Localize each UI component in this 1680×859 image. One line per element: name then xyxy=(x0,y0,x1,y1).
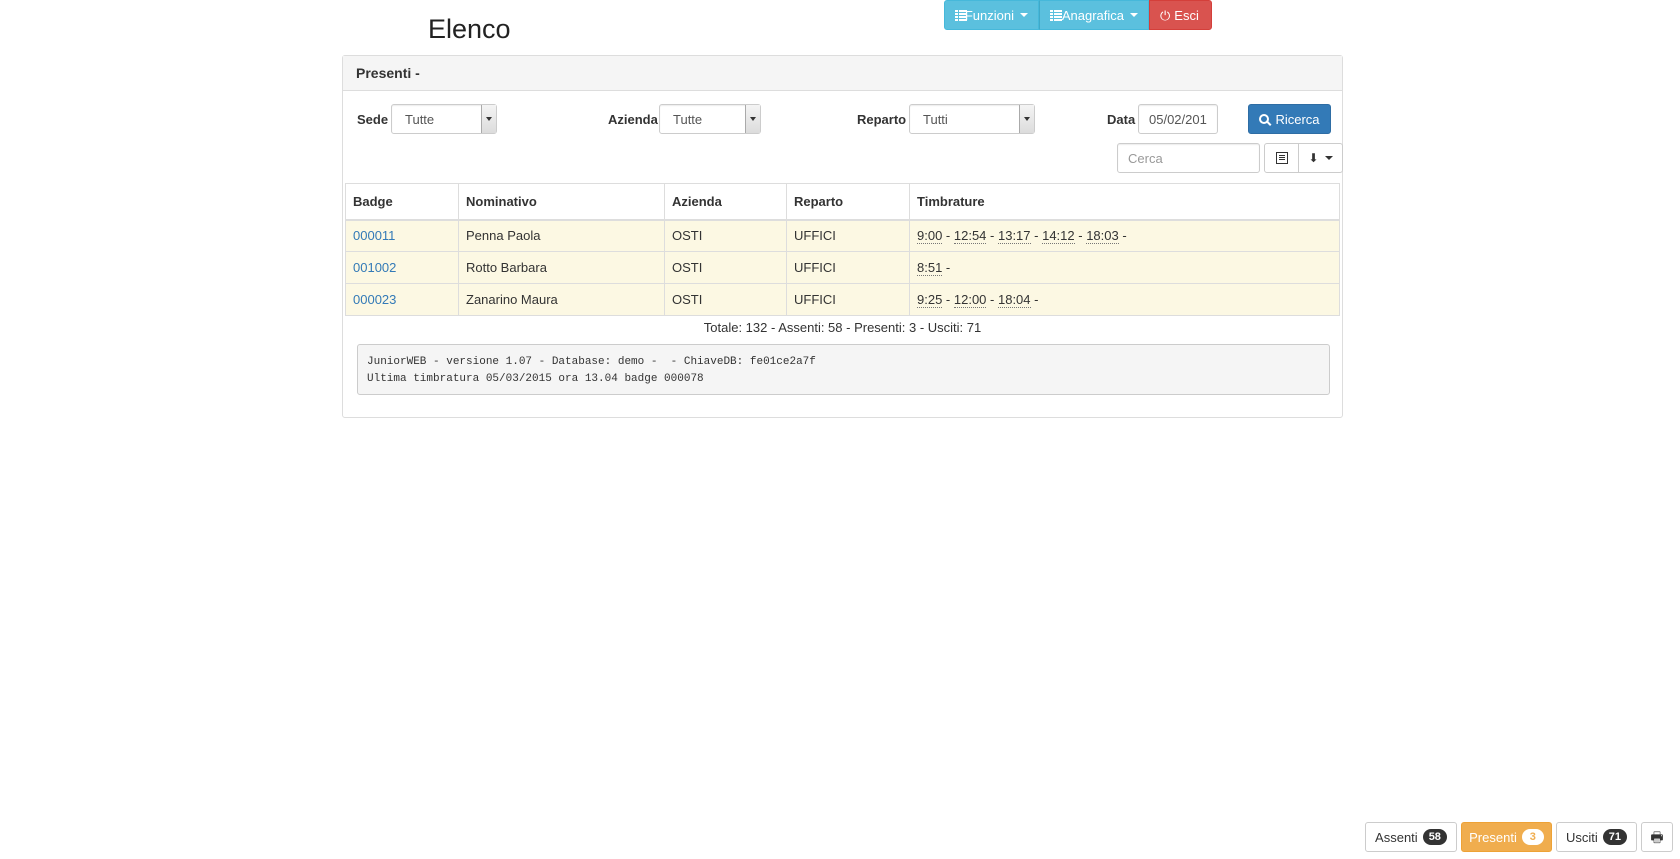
ricerca-label: Ricerca xyxy=(1275,111,1320,127)
sede-select[interactable]: Tutte xyxy=(391,104,497,134)
dropdown-arrow-icon xyxy=(745,105,760,133)
presenti-label: Presenti xyxy=(1469,829,1517,845)
sede-label: Sede xyxy=(357,112,389,127)
list-icon xyxy=(1050,9,1062,21)
cerca-input[interactable] xyxy=(1117,143,1260,173)
funzioni-dropdown-button[interactable]: Funzioni xyxy=(944,0,1039,30)
punch-time[interactable]: 9:00 xyxy=(917,228,943,245)
presenti-button[interactable]: Presenti 3 xyxy=(1461,822,1552,852)
presenti-count-badge: 3 xyxy=(1521,829,1544,845)
data-label: Data xyxy=(1107,112,1136,127)
column-header-badge[interactable]: Badge xyxy=(345,183,459,221)
table-row: 000023 Zanarino Maura OSTI UFFICI 9:25 -… xyxy=(345,283,1340,316)
punch-time[interactable]: 9:25 xyxy=(917,292,943,308)
presenti-panel: Presenti - Sede Tutte Azienda Tutte Repa… xyxy=(342,55,1343,418)
reparto-select[interactable]: Tutti xyxy=(909,104,1035,134)
panel-heading: Presenti - xyxy=(343,56,1342,91)
power-icon: ⏻ xyxy=(1160,7,1171,23)
presenti-table: Badge Nominativo Azienda Reparto Timbrat… xyxy=(345,183,1340,316)
timbrature-cell: 8:51 - xyxy=(909,251,1340,284)
data-input[interactable] xyxy=(1138,104,1218,134)
anagrafica-label: Anagrafica xyxy=(1061,7,1124,23)
anagrafica-dropdown-button[interactable]: Anagrafica xyxy=(1039,0,1149,30)
azienda-value: Tutte xyxy=(673,111,703,127)
azienda-cell: OSTI xyxy=(664,251,787,284)
reparto-cell: UFFICI xyxy=(786,251,910,284)
column-header-reparto[interactable]: Reparto xyxy=(786,183,910,221)
punch-time[interactable]: 18:04 xyxy=(997,292,1031,308)
table-row: 000011 Penna Paola OSTI UFFICI 9:00 - 12… xyxy=(345,219,1340,252)
caret-down-icon xyxy=(1020,13,1028,17)
reparto-value: Tutti xyxy=(923,111,948,127)
print-icon: 🖶 xyxy=(1650,829,1664,845)
azienda-cell: OSTI xyxy=(664,219,787,252)
timbrature-cell: 9:00 - 12:54 - 13:17 - 14:12 - 18:03 - xyxy=(909,219,1340,252)
esci-button[interactable]: ⏻ Esci xyxy=(1149,0,1212,30)
table-row: 001002 Rotto Barbara OSTI UFFICI 8:51 - xyxy=(345,251,1340,284)
columns-icon xyxy=(1275,152,1288,164)
caret-down-icon xyxy=(1324,156,1333,160)
reparto-label: Reparto xyxy=(857,112,907,127)
version-info: JuniorWEB - versione 1.07 - Database: de… xyxy=(367,356,816,368)
azienda-select[interactable]: Tutte xyxy=(659,104,761,134)
dropdown-arrow-icon xyxy=(1019,105,1034,133)
column-header-timbrature[interactable]: Timbrature xyxy=(909,183,1340,221)
timbrature-cell: 9:25 - 12:00 - 18:04 - xyxy=(909,283,1340,316)
columns-button[interactable] xyxy=(1264,143,1299,173)
column-header-nominativo[interactable]: Nominativo xyxy=(458,183,665,221)
reparto-cell: UFFICI xyxy=(786,283,910,316)
table-header-row: Badge Nominativo Azienda Reparto Timbrat… xyxy=(345,183,1340,221)
nominativo-cell: Rotto Barbara xyxy=(458,251,665,284)
usciti-button[interactable]: Usciti 71 xyxy=(1556,822,1637,852)
caret-down-icon xyxy=(1130,13,1138,17)
nominativo-cell: Zanarino Maura xyxy=(458,283,665,316)
punch-time[interactable]: 14:12 xyxy=(1042,228,1075,245)
top-nav: Funzioni Anagrafica ⏻ Esci xyxy=(944,0,1212,30)
funzioni-label: Funzioni xyxy=(964,7,1014,23)
last-punch-info: Ultima timbratura 05/03/2015 ora 13.04 b… xyxy=(367,373,704,385)
summary-text: Totale: 132 - Assenti: 58 - Presenti: 3 … xyxy=(703,320,982,335)
info-box: JuniorWEB - versione 1.07 - Database: de… xyxy=(357,344,1330,395)
assenti-count-badge: 58 xyxy=(1422,829,1447,845)
page-title: Elenco xyxy=(428,14,511,44)
punch-time[interactable]: 13:17 xyxy=(997,228,1031,245)
dropdown-arrow-icon xyxy=(481,105,496,133)
sede-value: Tutte xyxy=(405,111,435,127)
usciti-label: Usciti xyxy=(1565,829,1598,845)
export-dropdown-button[interactable]: ⬇ xyxy=(1298,143,1343,173)
list-icon xyxy=(955,9,967,21)
print-button[interactable]: 🖶 xyxy=(1641,822,1673,852)
punch-time[interactable]: 8:51 xyxy=(917,260,943,276)
usciti-count-badge: 71 xyxy=(1602,829,1628,845)
badge-link[interactable]: 000011 xyxy=(353,228,395,243)
esci-label: Esci xyxy=(1174,7,1199,23)
azienda-cell: OSTI xyxy=(664,283,787,316)
export-icon: ⬇ xyxy=(1308,151,1319,165)
assenti-button[interactable]: Assenti 58 xyxy=(1365,822,1457,852)
badge-link[interactable]: 001002 xyxy=(353,260,396,275)
nominativo-cell: Penna Paola xyxy=(458,219,665,252)
azienda-label: Azienda xyxy=(608,112,658,127)
column-header-azienda[interactable]: Azienda xyxy=(664,183,787,221)
ricerca-button[interactable]: Ricerca xyxy=(1248,104,1331,134)
punch-time[interactable]: 12:00 xyxy=(953,292,987,308)
punch-time[interactable]: 18:03 xyxy=(1086,228,1119,245)
search-icon xyxy=(1259,114,1270,124)
punch-time[interactable]: 12:54 xyxy=(953,228,987,245)
badge-link[interactable]: 000023 xyxy=(353,292,396,307)
reparto-cell: UFFICI xyxy=(786,219,910,252)
assenti-label: Assenti xyxy=(1375,829,1418,845)
